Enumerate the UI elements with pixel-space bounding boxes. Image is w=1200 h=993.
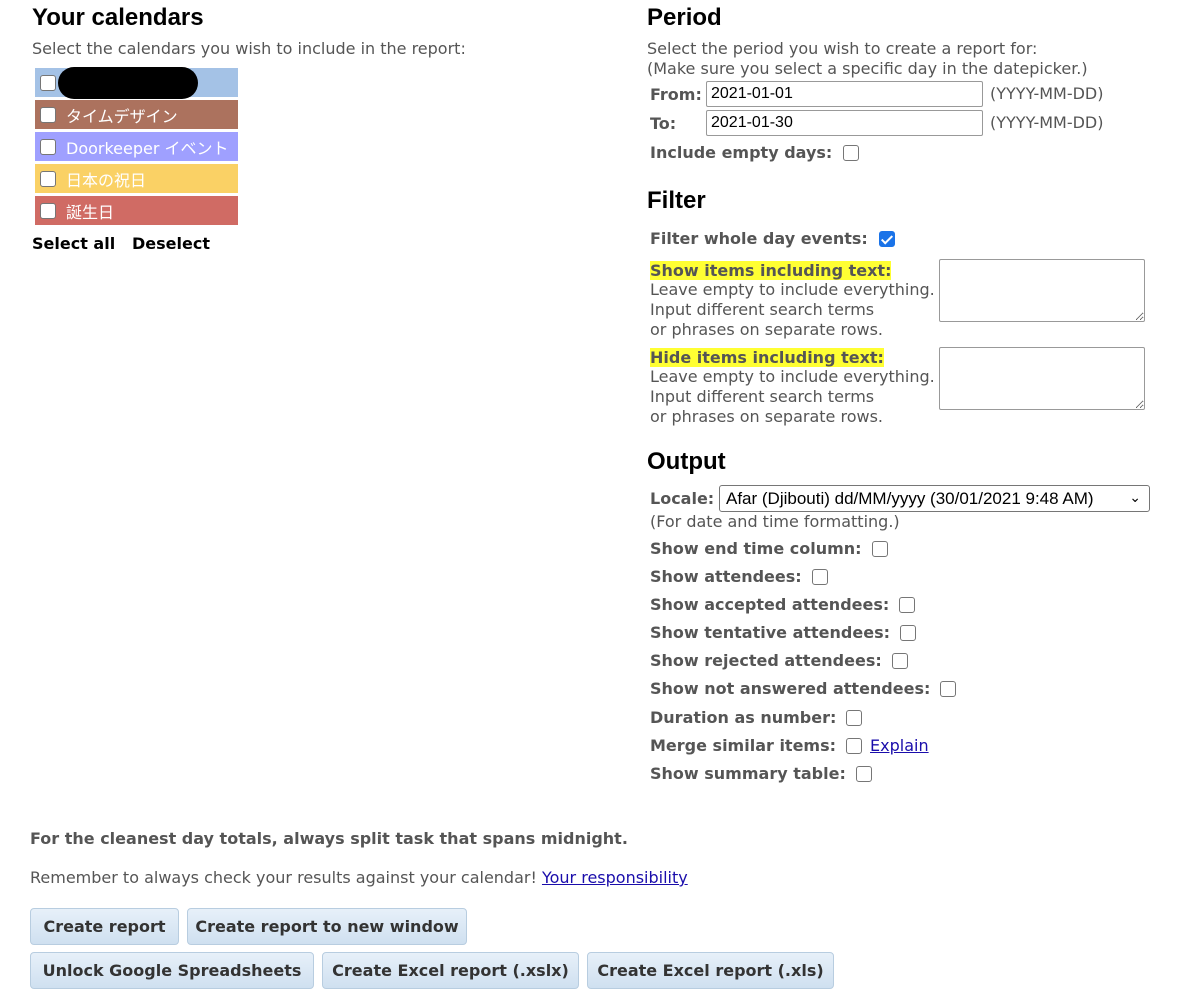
from-label: From: [650,84,702,104]
filter-title: Filter [647,187,706,214]
show-rejected-label: Show rejected attendees: [650,651,882,670]
calendar-checkbox[interactable] [40,138,56,155]
deselect-link[interactable]: Deselect [132,234,210,253]
to-date-input[interactable] [706,110,983,136]
show-summary-checkbox[interactable] [855,765,872,782]
create-report-new-window-button[interactable]: Create report to new window [187,908,467,945]
calendar-checkbox[interactable] [40,202,56,219]
calendar-label: 誕生日 [66,202,115,222]
show-help-2: Input different search terms [650,300,875,319]
include-empty-days-checkbox[interactable] [843,144,860,161]
duration-number-label: Duration as number: [650,708,837,727]
select-all-link[interactable]: Select all [32,234,115,253]
from-date-input[interactable] [706,81,983,107]
midnight-tip: For the cleanest day totals, always spli… [30,829,628,848]
merge-similar-checkbox[interactable] [846,737,863,754]
period-instruction-2: (Make sure you select a specific day in … [647,59,1088,78]
calendar-label: 日本の祝日 [66,170,147,190]
remember-text: Remember to always check your results ag… [30,868,537,887]
remember-line: Remember to always check your results ag… [30,868,688,888]
filter-whole-day-label: Filter whole day events: [650,229,868,248]
create-report-button[interactable]: Create report [30,908,179,945]
period-instruction-1: Select the period you wish to create a r… [647,39,1038,58]
show-items-label: Show items including text: [650,261,892,280]
calendar-checkbox[interactable] [40,106,56,123]
hide-help-2: Input different search terms [650,387,875,406]
show-accepted-checkbox[interactable] [899,596,916,613]
hide-items-label: Hide items including text: [650,348,884,367]
explain-link[interactable]: Explain [870,736,929,755]
unlock-google-spreadsheets-button[interactable]: Unlock Google Spreadsheets [30,952,314,989]
calendars-title: Your calendars [32,4,204,31]
from-format-hint: (YYYY-MM-DD) [990,84,1104,103]
duration-number-checkbox[interactable] [846,709,863,726]
calendar-label: タイムデザイン [66,106,178,126]
show-tentative-checkbox[interactable] [900,624,916,641]
show-tentative-label: Show tentative attendees: [650,623,890,642]
calendar-checkbox[interactable] [40,74,56,91]
calendar-item-1[interactable]: タイムデザイン [35,100,238,129]
merge-similar-label: Merge similar items: [650,736,837,755]
output-title: Output [647,448,726,475]
locale-select-value: Afar (Djibouti) dd/MM/yyyy (30/01/2021 9… [726,488,1094,508]
responsibility-link[interactable]: Your responsibility [542,868,688,887]
calendar-item-3[interactable]: 日本の祝日 [35,164,238,193]
filter-whole-day-checkbox[interactable] [878,230,895,247]
hide-help-3: or phrases on separate rows. [650,407,883,426]
calendar-item-4[interactable]: 誕生日 [35,196,238,225]
redacted-label [58,67,198,99]
show-help-1: Leave empty to include everything. [650,280,935,299]
calendar-checkbox[interactable] [40,170,56,187]
period-title: Period [647,4,722,31]
show-end-time-checkbox[interactable] [871,540,888,557]
show-not-answered-label: Show not answered attendees: [650,679,931,698]
chevron-down-icon: ⌄ [1129,489,1141,505]
locale-select[interactable]: Afar (Djibouti) dd/MM/yyyy (30/01/2021 9… [719,485,1150,512]
show-not-answered-checkbox[interactable] [940,680,957,697]
create-excel-xls-button[interactable]: Create Excel report (.xls) [587,952,834,989]
locale-hint: (For date and time formatting.) [650,512,900,531]
show-accepted-label: Show accepted attendees: [650,595,890,614]
show-attendees-label: Show attendees: [650,567,802,586]
include-empty-days-label: Include empty days: [650,143,833,162]
calendar-item-2[interactable]: Doorkeeper イベント [35,132,238,161]
hide-items-textarea[interactable] [939,347,1145,410]
locale-label: Locale: [650,489,715,508]
show-items-textarea[interactable] [939,259,1145,322]
to-format-hint: (YYYY-MM-DD) [990,113,1104,132]
show-summary-label: Show summary table: [650,764,846,783]
hide-help-1: Leave empty to include everything. [650,367,935,386]
calendar-label: Doorkeeper イベント [66,138,229,158]
show-rejected-checkbox[interactable] [891,652,908,669]
show-attendees-checkbox[interactable] [811,568,828,585]
show-end-time-label: Show end time column: [650,539,862,558]
to-label: To: [650,113,677,133]
show-help-3: or phrases on separate rows. [650,320,883,339]
create-excel-xlsx-button[interactable]: Create Excel report (.xslx) [322,952,579,989]
calendars-instruction: Select the calendars you wish to include… [32,39,466,58]
